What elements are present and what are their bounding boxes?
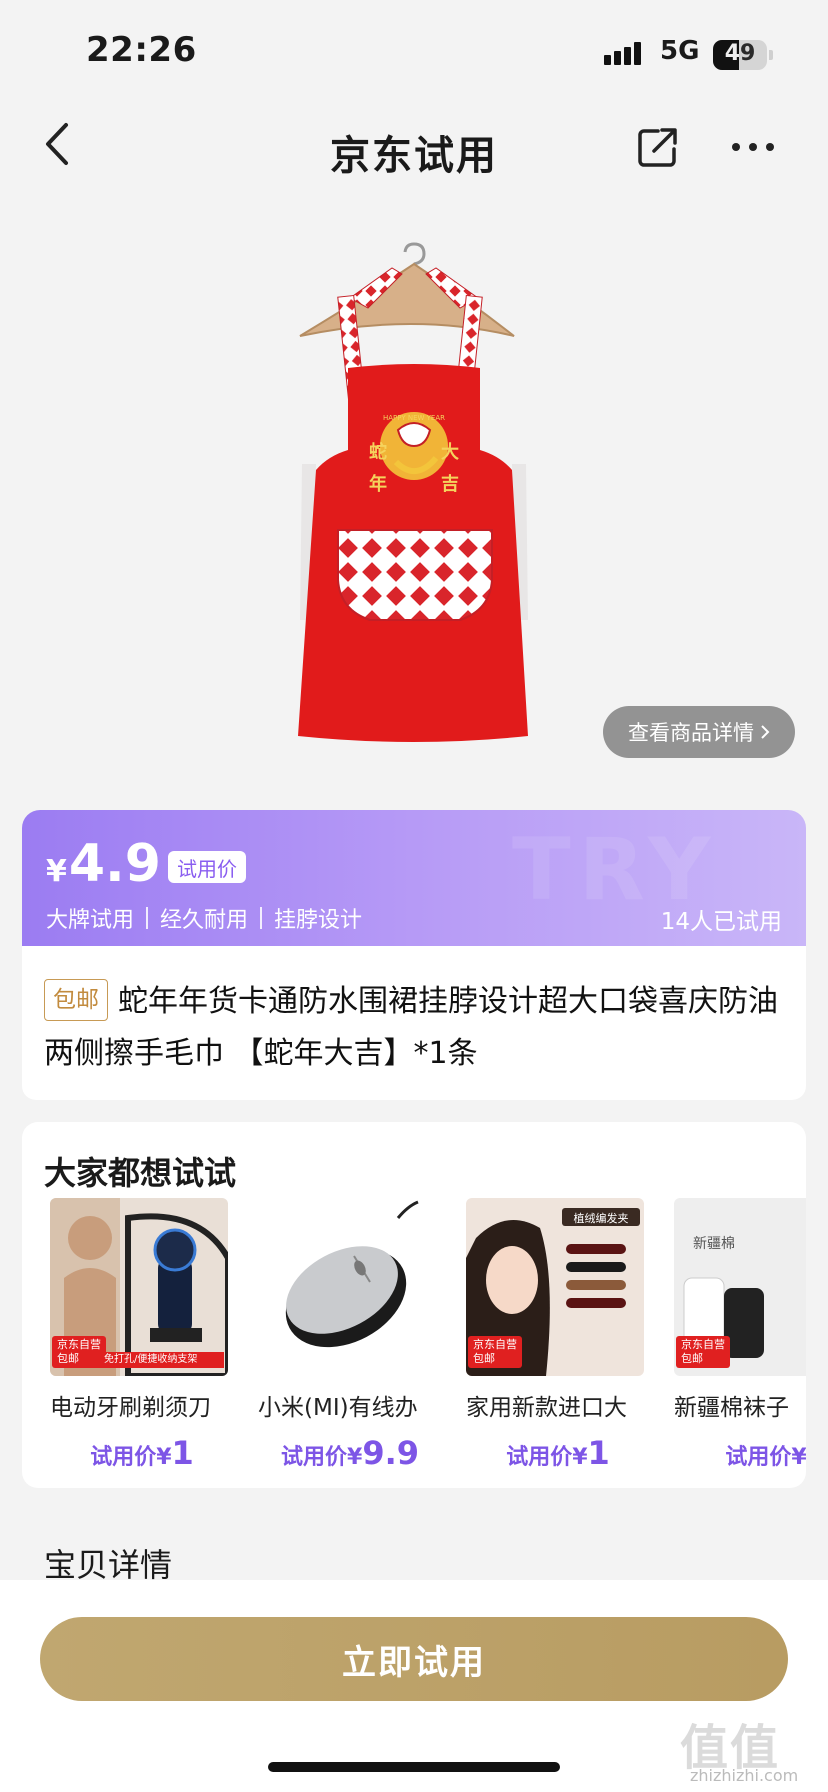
battery-icon: 49 bbox=[713, 40, 767, 70]
recommendation-price: 试用价¥ bbox=[725, 1445, 806, 1470]
feature-item: 经久耐用 bbox=[160, 908, 249, 933]
rec-image-text: 新疆棉 bbox=[693, 1235, 735, 1252]
page-title: 京东试用 bbox=[330, 133, 498, 179]
status-time: 22:26 bbox=[86, 30, 197, 70]
feature-item: 挂脖设计 bbox=[274, 908, 363, 933]
apron-happy-new-year: HAPPY NEW YEAR bbox=[383, 414, 445, 422]
price-value: 4.9 bbox=[68, 834, 161, 894]
view-product-detail-button[interactable]: 查看商品详情 bbox=[603, 706, 795, 758]
apron-char-3: 大 bbox=[441, 441, 459, 463]
more-icon[interactable] bbox=[728, 127, 778, 167]
recommendation-item[interactable]: 植绒编发夹 京东自营 包邮 家用新款进口大 试用价¥1 bbox=[466, 1198, 650, 1478]
status-bar: 22:26 5G 49 bbox=[0, 0, 828, 100]
tried-count: 14人已试用 bbox=[660, 909, 782, 935]
feature-list: 大牌试用 经久耐用 挂脖设计 bbox=[46, 902, 362, 934]
recommendation-item[interactable]: 新疆棉 京东自营 包邮 新疆棉袜子 试用价¥ bbox=[674, 1198, 806, 1478]
recommendation-name: 电动牙刷剃须刀 bbox=[50, 1395, 211, 1421]
jd-self-operated-badge: 京东自营 包邮 bbox=[676, 1336, 730, 1368]
price-banner: TRY ¥ 4.9 试用价 大牌试用 经久耐用 挂脖设计 14人已试用 bbox=[22, 810, 806, 946]
feature-item: 大牌试用 bbox=[46, 908, 135, 933]
free-shipping-badge: 包邮 bbox=[44, 979, 108, 1021]
recommendation-price: 试用价¥1 bbox=[90, 1434, 194, 1472]
recommendation-image bbox=[258, 1198, 436, 1376]
battery-tip bbox=[769, 50, 773, 60]
feature-divider bbox=[146, 907, 149, 929]
site-watermark-url: zhizhizhi.com bbox=[690, 1766, 799, 1785]
trial-price-tag: 试用价 bbox=[168, 851, 246, 883]
apron-char-1: 蛇 bbox=[369, 441, 387, 463]
recommendation-name: 新疆棉袜子 bbox=[674, 1395, 789, 1421]
product-title: 包邮 蛇年年货卡通防水围裙挂脖设计超大口袋喜庆防油两侧擦手毛巾 【蛇年大吉】*1条 bbox=[44, 976, 784, 1080]
recommendation-section: 大家都想试试 京东自营包邮 免打孔/便捷收纳支架 电动牙刷剃须刀 试用价¥1 bbox=[22, 1122, 806, 1488]
recommendation-heading: 大家都想试试 bbox=[44, 1154, 237, 1192]
apron-illustration: HAPPY NEW YEAR 蛇 大 年 吉 bbox=[298, 242, 528, 742]
promo-strip: 免打孔/便捷收纳支架 bbox=[98, 1352, 224, 1368]
recommendation-item[interactable]: 京东自营 包邮 免打孔/便捷收纳支架 电动牙刷剃须刀 试用价¥1 bbox=[50, 1198, 234, 1478]
network-label: 5G bbox=[660, 36, 700, 66]
recommendation-name: 家用新款进口大 bbox=[466, 1395, 627, 1421]
apron-char-4: 吉 bbox=[441, 473, 459, 495]
feature-divider bbox=[260, 907, 263, 929]
nav-bar: 京东试用 bbox=[0, 105, 828, 185]
recommendation-image: 植绒编发夹 京东自营 包邮 bbox=[466, 1198, 644, 1376]
trial-price: ¥ 4.9 bbox=[46, 834, 161, 894]
jd-self-operated-badge: 京东自营 包邮 bbox=[468, 1336, 522, 1368]
apron-char-2: 年 bbox=[369, 473, 387, 495]
price-currency: ¥ bbox=[46, 854, 67, 889]
recommendation-image: 京东自营 包邮 免打孔/便捷收纳支架 bbox=[50, 1198, 228, 1376]
try-now-button[interactable]: 立即试用 bbox=[40, 1617, 788, 1701]
product-title-text: 蛇年年货卡通防水围裙挂脖设计超大口袋喜庆防油两侧擦手毛巾 【蛇年大吉】*1条 bbox=[44, 984, 778, 1071]
recommendation-price: 试用价¥9.9 bbox=[281, 1434, 419, 1472]
recommendation-price: 试用价¥1 bbox=[506, 1434, 610, 1472]
product-title-card: 包邮 蛇年年货卡通防水围裙挂脖设计超大口袋喜庆防油两侧擦手毛巾 【蛇年大吉】*1条 bbox=[22, 946, 806, 1100]
chevron-right-icon bbox=[761, 725, 770, 739]
home-indicator[interactable] bbox=[268, 1762, 560, 1772]
signal-icon bbox=[604, 42, 641, 65]
rec-image-text: 植绒编发夹 bbox=[574, 1211, 629, 1225]
product-image[interactable]: HAPPY NEW YEAR 蛇 大 年 吉 bbox=[0, 200, 828, 780]
recommendation-name: 小米(MI)有线办 bbox=[258, 1395, 418, 1421]
battery-level: 49 bbox=[724, 41, 756, 66]
recommendation-image: 新疆棉 京东自营 包邮 bbox=[674, 1198, 806, 1376]
recommendation-item[interactable]: 小米(MI)有线办 试用价¥9.9 bbox=[258, 1198, 442, 1478]
view-product-detail-label: 查看商品详情 bbox=[628, 721, 754, 745]
recommendation-list[interactable]: 京东自营 包邮 免打孔/便捷收纳支架 电动牙刷剃须刀 试用价¥1 小米(MI)有线… bbox=[50, 1198, 806, 1478]
share-icon[interactable] bbox=[636, 125, 680, 169]
